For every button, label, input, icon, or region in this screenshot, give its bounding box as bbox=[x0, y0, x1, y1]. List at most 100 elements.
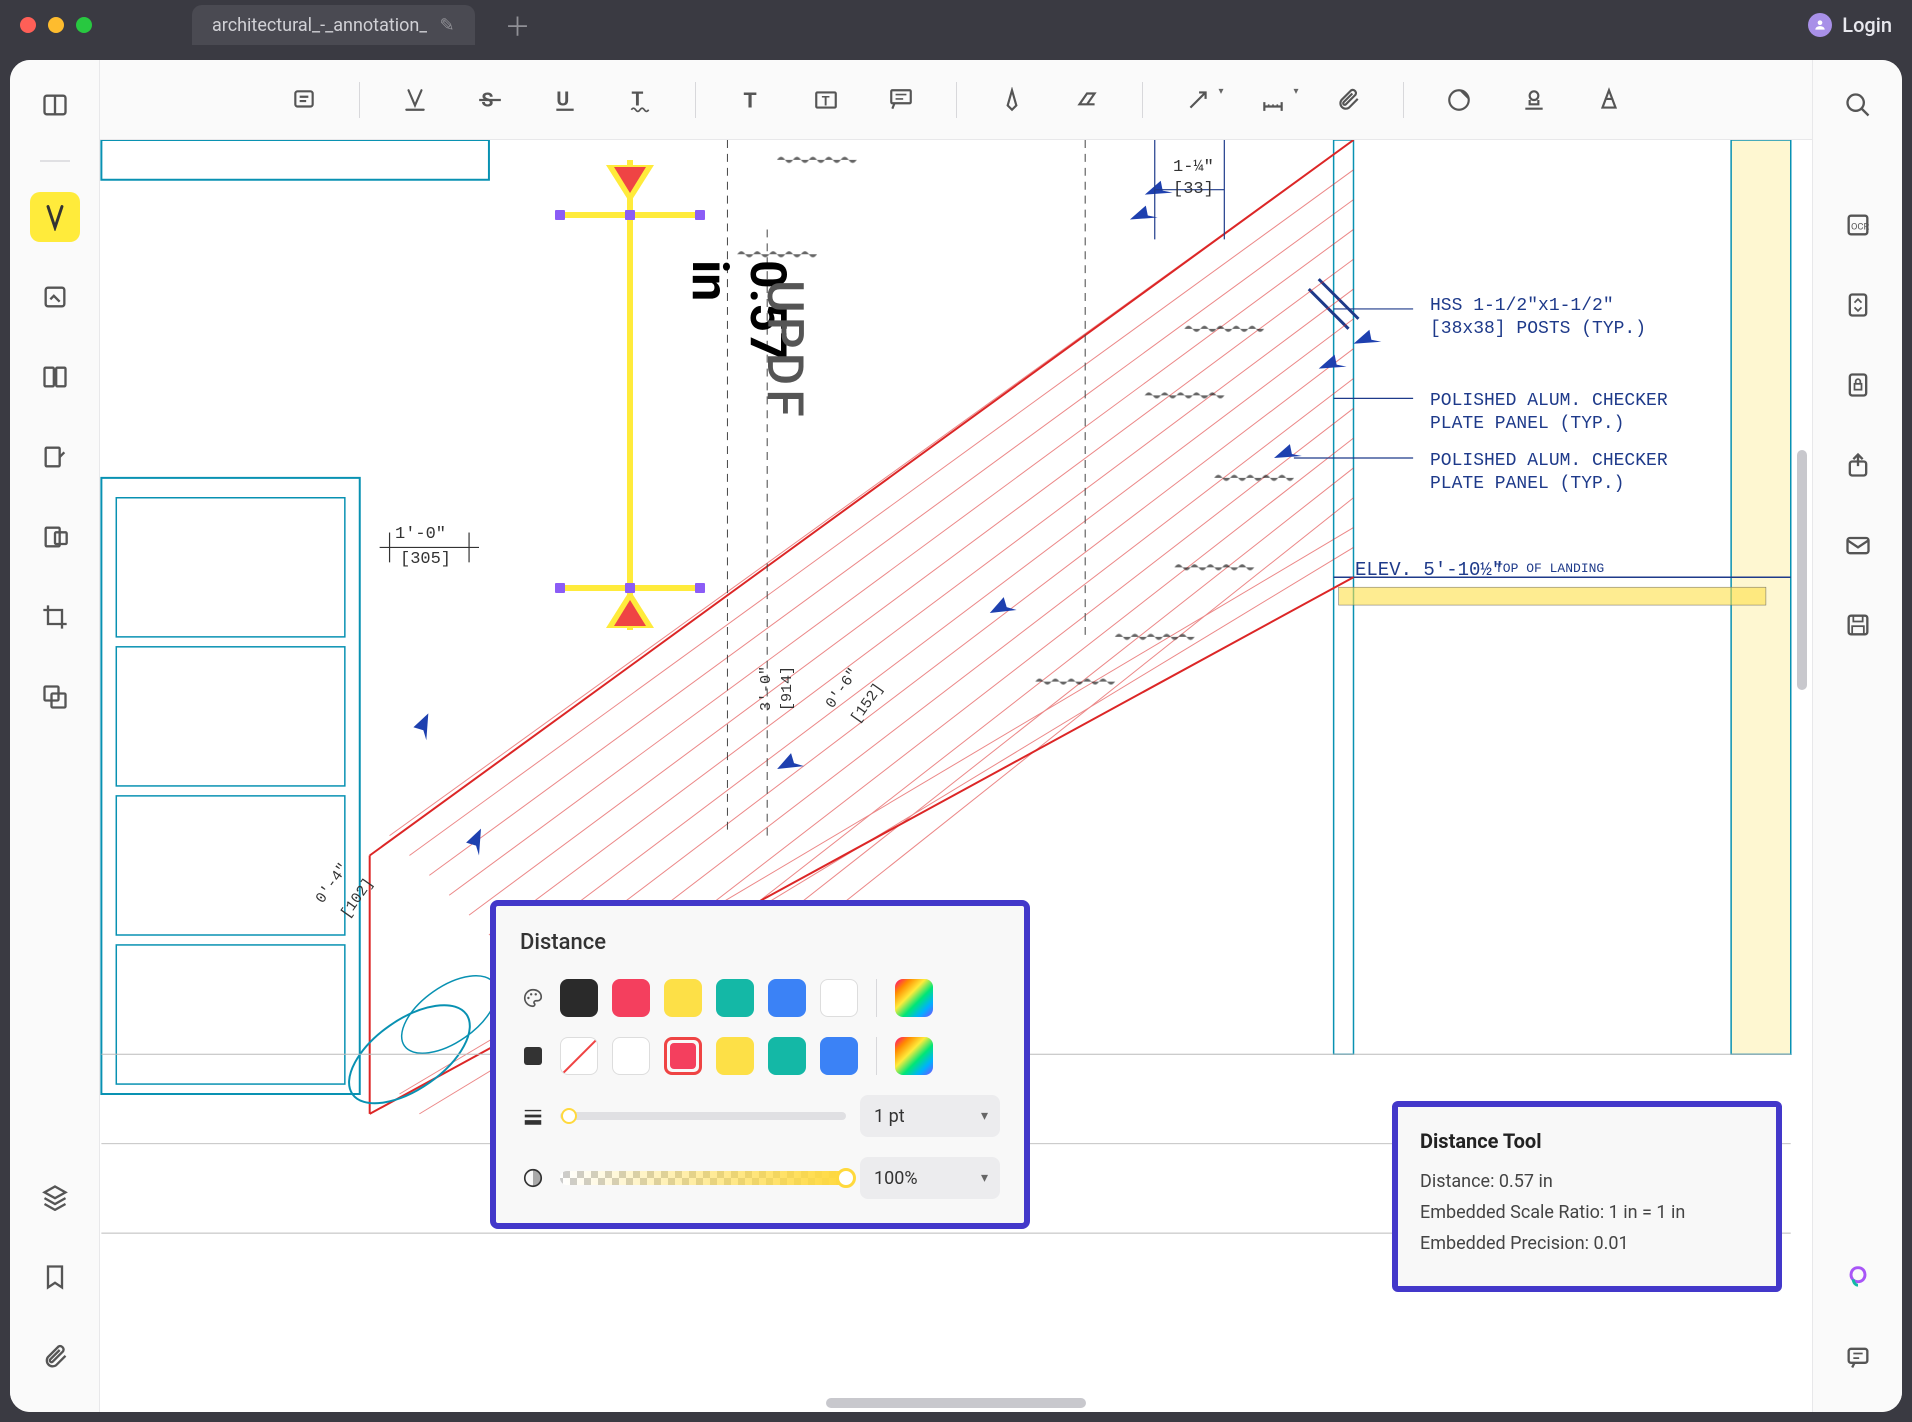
separator bbox=[359, 82, 360, 118]
callout-panel2: POLISHED ALUM. CHECKER PLATE PANEL (TYP.… bbox=[1430, 450, 1668, 497]
underline-tool-button[interactable]: U bbox=[545, 80, 585, 120]
opacity-icon bbox=[520, 1165, 546, 1191]
separator bbox=[1403, 82, 1404, 118]
login-label: Login bbox=[1842, 13, 1892, 37]
separator bbox=[876, 979, 877, 1017]
separator bbox=[1142, 82, 1143, 118]
chevron-down-icon: ▾ bbox=[1218, 86, 1223, 97]
attach-file-button[interactable] bbox=[1328, 80, 1368, 120]
attachment-button[interactable] bbox=[30, 1332, 80, 1382]
document-canvas[interactable]: HSS 1-1/2"x1-1/2" [38x38] POSTS (TYP.) P… bbox=[100, 140, 1812, 1412]
fill-sign-button[interactable] bbox=[30, 432, 80, 482]
close-window-button[interactable] bbox=[20, 17, 36, 33]
note-tool-button[interactable] bbox=[284, 80, 324, 120]
measure-tool-button[interactable]: ▾ bbox=[1253, 80, 1293, 120]
page-mode-button[interactable] bbox=[30, 352, 80, 402]
reader-mode-button[interactable] bbox=[30, 80, 80, 130]
layers-button[interactable] bbox=[30, 1172, 80, 1222]
stroke-color-row bbox=[520, 979, 1000, 1017]
panel-title: Distance bbox=[520, 930, 1000, 955]
bookmark-button[interactable] bbox=[30, 1252, 80, 1302]
svg-text:U: U bbox=[556, 87, 569, 110]
fill-color-custom[interactable] bbox=[895, 1037, 933, 1075]
stroke-color-white[interactable] bbox=[820, 979, 858, 1017]
text-tool-button[interactable]: T bbox=[731, 80, 771, 120]
login-button[interactable]: Login bbox=[1808, 13, 1892, 37]
fill-color-row bbox=[520, 1037, 1000, 1075]
callout-panel1: POLISHED ALUM. CHECKER PLATE PANEL (TYP.… bbox=[1430, 390, 1668, 437]
dim-1-mm: [33] bbox=[1173, 180, 1214, 199]
comments-panel-button[interactable] bbox=[1833, 1332, 1883, 1382]
stroke-color-black[interactable] bbox=[560, 979, 598, 1017]
callout-elev: ELEV. 5'-10½" bbox=[1355, 558, 1503, 583]
arrow-tool-button[interactable]: ▾ bbox=[1178, 80, 1218, 120]
fill-color-yellow[interactable] bbox=[716, 1037, 754, 1075]
tab-title: architectural_-_annotation_ bbox=[212, 15, 427, 36]
redact-button[interactable] bbox=[30, 512, 80, 562]
signature-tool-button[interactable] bbox=[1589, 80, 1629, 120]
tooltip-distance: Distance: 0.57 in bbox=[1420, 1171, 1754, 1192]
save-button[interactable] bbox=[1833, 600, 1883, 650]
thickness-row: 1 pt bbox=[520, 1095, 1000, 1137]
watermark-text: UPDF bbox=[755, 280, 813, 421]
fill-color-blue[interactable] bbox=[820, 1037, 858, 1075]
opacity-select[interactable]: 100% bbox=[860, 1157, 1000, 1199]
sticker-tool-button[interactable] bbox=[1439, 80, 1479, 120]
chevron-down-icon: ▾ bbox=[1293, 86, 1298, 97]
maximize-window-button[interactable] bbox=[76, 17, 92, 33]
app-window: S U T T T ▾ ▾ OCR bbox=[10, 60, 1902, 1412]
compare-button[interactable] bbox=[30, 672, 80, 722]
share-button[interactable] bbox=[1833, 440, 1883, 490]
right-sidebar: OCR bbox=[1812, 60, 1902, 1412]
add-tab-button[interactable]: ＋ bbox=[505, 7, 531, 44]
document-tab[interactable]: architectural_-_annotation_ ✎ bbox=[192, 5, 475, 45]
horizontal-scrollbar[interactable] bbox=[826, 1398, 1086, 1408]
dim-2-ft: 1'-0" bbox=[395, 525, 446, 544]
vertical-scrollbar[interactable] bbox=[1797, 450, 1807, 690]
pen-tool-button[interactable] bbox=[992, 80, 1032, 120]
pencil-icon[interactable]: ✎ bbox=[439, 15, 454, 36]
crop-button[interactable] bbox=[30, 592, 80, 642]
stroke-color-yellow[interactable] bbox=[664, 979, 702, 1017]
fill-color-white[interactable] bbox=[612, 1037, 650, 1075]
dim-3-mm: [914] bbox=[779, 666, 796, 711]
fill-color-none[interactable] bbox=[560, 1037, 598, 1075]
stroke-color-blue[interactable] bbox=[768, 979, 806, 1017]
distance-properties-panel: Distance bbox=[490, 900, 1030, 1229]
stroke-color-teal[interactable] bbox=[716, 979, 754, 1017]
fill-color-red[interactable] bbox=[664, 1037, 702, 1075]
thickness-slider[interactable] bbox=[560, 1112, 846, 1120]
dim-3-ft: 3'-0" bbox=[758, 666, 775, 711]
svg-text:T: T bbox=[631, 87, 643, 110]
protect-button[interactable] bbox=[1833, 360, 1883, 410]
squiggly-tool-button[interactable]: T bbox=[620, 80, 660, 120]
fill-icon bbox=[520, 1043, 546, 1069]
minimize-window-button[interactable] bbox=[48, 17, 64, 33]
stamp-tool-button[interactable] bbox=[1514, 80, 1554, 120]
titlebar: architectural_-_annotation_ ✎ ＋ Login bbox=[0, 0, 1912, 50]
updf-logo-icon[interactable] bbox=[1833, 1252, 1883, 1302]
stroke-color-custom[interactable] bbox=[895, 979, 933, 1017]
stroke-color-red[interactable] bbox=[612, 979, 650, 1017]
edit-mode-button[interactable] bbox=[30, 272, 80, 322]
opacity-slider[interactable] bbox=[560, 1171, 846, 1185]
dim-1-ft: 1-¼" bbox=[1173, 158, 1214, 177]
comment-mode-button[interactable] bbox=[30, 192, 80, 242]
email-button[interactable] bbox=[1833, 520, 1883, 570]
annotation-toolbar: S U T T T ▾ ▾ bbox=[100, 60, 1812, 140]
separator bbox=[40, 160, 70, 162]
dim-2-mm: [305] bbox=[400, 550, 451, 569]
highlight-tool-button[interactable] bbox=[395, 80, 435, 120]
fill-color-teal[interactable] bbox=[768, 1037, 806, 1075]
thickness-icon bbox=[520, 1103, 546, 1129]
svg-text:T: T bbox=[821, 94, 829, 109]
ocr-button[interactable]: OCR bbox=[1833, 200, 1883, 250]
search-button[interactable] bbox=[1833, 80, 1883, 130]
eraser-tool-button[interactable] bbox=[1067, 80, 1107, 120]
strikethrough-tool-button[interactable]: S bbox=[470, 80, 510, 120]
thickness-select[interactable]: 1 pt bbox=[860, 1095, 1000, 1137]
callout-tool-button[interactable] bbox=[881, 80, 921, 120]
convert-button[interactable] bbox=[1833, 280, 1883, 330]
textbox-tool-button[interactable]: T bbox=[806, 80, 846, 120]
svg-text:OCR: OCR bbox=[1851, 222, 1869, 233]
